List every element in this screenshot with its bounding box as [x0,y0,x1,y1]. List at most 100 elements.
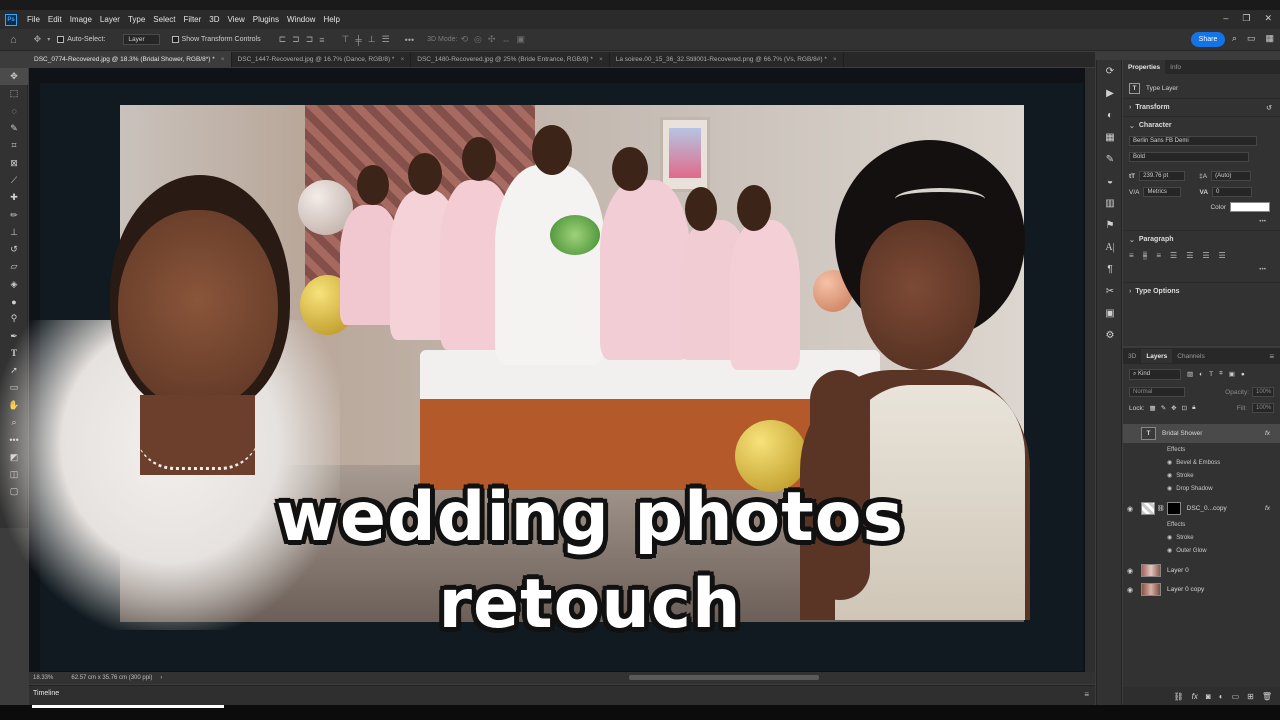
auto-select-dropdown[interactable]: Layer [123,34,160,45]
brush-settings-icon[interactable]: ✎ [1097,148,1123,170]
visibility-icon[interactable]: ◉ [1167,534,1172,541]
swatches-icon[interactable]: ▦ [1097,126,1123,148]
distribute-vertical-icon[interactable]: ☰ [382,34,390,45]
filter-pixel-icon[interactable]: ▨ [1187,370,1193,378]
menu-file[interactable]: File [23,15,44,24]
move-tool-icon[interactable]: ✥ [34,34,42,45]
transform-controls-option[interactable]: Show Transform Controls [171,36,261,43]
menu-help[interactable]: Help [319,15,343,24]
lock-artboard-icon[interactable]: ⊡ [1182,404,1187,412]
transform-section[interactable]: › Transform ↺ [1123,98,1280,116]
layer-row-layer-0[interactable]: ◉ Layer 0 [1123,561,1280,580]
justify-all-icon[interactable]: ☰ [1219,251,1226,260]
styles-icon[interactable]: ⚑ [1097,214,1123,236]
quick-select-tool-icon[interactable]: ✎ [0,120,28,137]
panel-menu-icon[interactable]: ≡ [1084,690,1089,699]
3d-rotate-icon[interactable]: ⟲ [460,34,468,45]
visibility-icon[interactable]: ◉ [1123,586,1137,594]
justify-last-center-icon[interactable]: ☰ [1186,251,1193,260]
chain-link-icon[interactable]: ⛓ [1157,505,1165,512]
layer-comps-icon[interactable]: ▣ [1097,302,1123,324]
close-tab-icon[interactable]: × [400,56,404,63]
horizontal-scrollbar[interactable] [629,675,819,680]
new-layer-icon[interactable]: ⊞ [1247,692,1254,701]
tab-dsc-0774[interactable]: DSC_0774-Recovered.jpg @ 18.3% (Bridal S… [28,52,232,67]
align-bottom-icon[interactable]: ⊥ [368,34,376,45]
visibility-icon[interactable]: ◉ [1167,459,1172,466]
3d-drag-icon[interactable]: ✣ [488,34,496,45]
layer-name[interactable]: Layer 0 copy [1167,586,1204,593]
filter-shape-icon[interactable]: ⌗ [1219,370,1223,378]
paragraph-icon[interactable]: ¶ [1097,258,1123,280]
3d-roll-icon[interactable]: ◎ [474,34,482,45]
font-style-dropdown[interactable]: Bold [1129,152,1249,162]
layer-name[interactable]: Bridal Shower [1162,430,1202,437]
vertical-scrollbar[interactable] [1085,68,1095,672]
lock-position-icon[interactable]: ✥ [1171,404,1176,412]
effects-group[interactable]: Effects [1123,518,1280,531]
tab-channels[interactable]: Channels [1172,349,1209,363]
tab-layers[interactable]: Layers [1141,349,1173,363]
more-options-icon[interactable]: ••• [405,35,414,45]
timeline-tab[interactable]: Timeline [33,690,59,697]
arrange-icon[interactable]: ▦ [1265,33,1274,44]
filter-smart-object-icon[interactable]: ▣ [1229,370,1235,378]
visibility-icon[interactable]: ◉ [1167,472,1172,479]
adjustments-icon[interactable]: ◒ [1097,170,1123,192]
menu-view[interactable]: View [224,15,249,24]
type-options-section[interactable]: › Type Options [1123,282,1280,300]
character-icon[interactable]: A| [1097,236,1123,258]
libraries-icon[interactable]: ▥ [1097,192,1123,214]
color-icon[interactable]: ◐ [1097,104,1123,126]
3d-slide-icon[interactable]: ⇔ [501,35,510,45]
align-right-text-icon[interactable]: ≡ [1156,251,1161,260]
filter-type-icon[interactable]: T [1209,371,1213,378]
close-icon[interactable]: ✕ [1264,13,1272,24]
more-options-icon[interactable]: ••• [1259,218,1266,225]
align-right-icon[interactable]: ⊐ [306,34,314,45]
menu-edit[interactable]: Edit [44,15,66,24]
lock-all-icon[interactable]: 🔒︎ [1192,404,1195,412]
link-layers-icon[interactable]: ⛓ [1174,692,1184,701]
effect-drop-shadow[interactable]: ◉ Drop Shadow [1123,482,1280,495]
more-options-icon[interactable]: ••• [1259,266,1266,273]
chevron-right-icon[interactable]: › [160,675,162,681]
effect-stroke[interactable]: ◉ Stroke [1123,469,1280,482]
auto-select-checkbox[interactable] [57,36,65,43]
character-section[interactable]: ⌄ Character [1123,116,1280,134]
move-tool-icon[interactable]: ✥ [0,68,28,86]
filter-adjustment-icon[interactable]: ◐ [1199,371,1203,378]
tracking-field[interactable]: 0 [1212,187,1253,197]
menu-window[interactable]: Window [283,15,319,24]
visibility-icon[interactable]: ◉ [1123,505,1137,513]
align-left-text-icon[interactable]: ≡ [1129,251,1134,260]
search-icon[interactable]: ⌕ [1232,33,1237,44]
kind-filter-dropdown[interactable]: ⌕ Kind [1129,368,1181,380]
tab-dsc-1447[interactable]: DSC_1447-Recovered.jpg @ 16.7% (Dance, R… [232,52,412,67]
transform-controls-checkbox[interactable] [171,36,179,43]
align-left-icon[interactable]: ⊏ [279,34,287,45]
visibility-icon[interactable]: ◉ [1167,547,1172,554]
add-style-icon[interactable]: fx [1192,692,1198,701]
layer-row-bridal-shower[interactable]: T Bridal Shower fx [1123,424,1280,443]
add-mask-icon[interactable]: ◙ [1206,692,1211,701]
justify-last-left-icon[interactable]: ☰ [1170,251,1177,260]
kerning-field[interactable]: Metrics [1143,187,1182,197]
align-top-icon[interactable]: ⊤ [342,34,350,45]
close-tab-icon[interactable]: × [833,56,837,63]
justify-last-right-icon[interactable]: ☰ [1202,251,1209,260]
menu-select[interactable]: Select [149,15,179,24]
fx-icon[interactable]: fx [1265,505,1270,512]
opacity-field[interactable]: 100% [1252,387,1274,397]
close-tab-icon[interactable]: × [599,56,603,63]
paragraph-section[interactable]: ⌄ Paragraph [1123,230,1280,248]
layer-row-dsc-copy[interactable]: ◉ ⛓ DSC_0...copy fx [1123,499,1280,518]
menu-type[interactable]: Type [124,15,149,24]
tab-3d[interactable]: 3D [1123,349,1141,363]
leading-field[interactable]: (Auto) [1211,171,1252,181]
workspace-icon[interactable]: ▭ [1247,33,1256,44]
font-size-field[interactable]: 239.76 pt [1139,171,1186,181]
effect-outer-glow[interactable]: ◉ Outer Glow [1123,544,1280,557]
effect-stroke[interactable]: ◉ Stroke [1123,531,1280,544]
close-tab-icon[interactable]: × [221,56,225,63]
